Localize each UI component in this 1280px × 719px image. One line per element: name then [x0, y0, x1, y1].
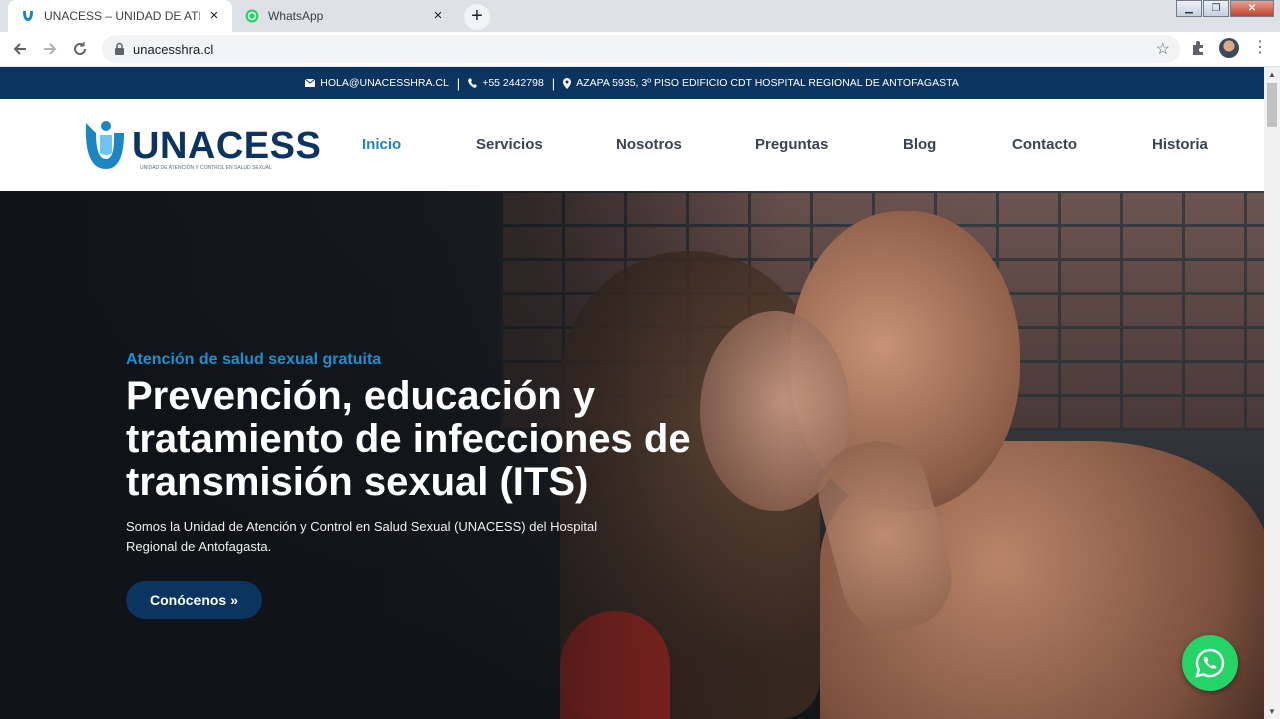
- nav-item-servicios[interactable]: Servicios: [476, 136, 543, 153]
- nav-item-historia[interactable]: Historia: [1152, 136, 1208, 153]
- site-logo[interactable]: UNACESS UNIDAD DE ATENCIÓN Y CONTROL EN …: [84, 119, 321, 175]
- extensions-puzzle-icon[interactable]: [1190, 40, 1206, 61]
- contact-email-text: HOLA@UNACESSHRA.CL: [320, 77, 449, 89]
- address-bar[interactable]: unacesshra.cl ☆: [102, 35, 1180, 63]
- tab-unacess[interactable]: UNACESS – UNIDAD DE ATENCIÓ ×: [8, 0, 232, 32]
- close-tab-icon[interactable]: ×: [430, 8, 446, 24]
- contact-email[interactable]: HOLA@UNACESSHRA.CL: [305, 77, 449, 89]
- nav-item-preguntas[interactable]: Preguntas: [755, 136, 828, 153]
- back-button[interactable]: [9, 38, 31, 60]
- whatsapp-favicon-icon: [244, 8, 260, 24]
- unacess-logo-icon: [85, 121, 124, 169]
- double-chevron-right-icon: »: [230, 592, 239, 608]
- back-arrow-icon: [13, 43, 26, 55]
- separator: |: [456, 75, 461, 91]
- hero-kicker: Atención de salud sexual gratuita: [126, 351, 382, 368]
- close-window-button[interactable]: ✕: [1230, 0, 1274, 17]
- hero-title: Prevención, educación y tratamiento de i…: [126, 374, 691, 504]
- maximize-button[interactable]: ❐: [1203, 0, 1229, 17]
- reload-icon: [74, 42, 86, 55]
- nav-item-nosotros[interactable]: Nosotros: [616, 136, 682, 153]
- nav-item-inicio[interactable]: Inicio: [362, 136, 401, 153]
- forward-button[interactable]: [39, 38, 61, 60]
- scrollbar-thumb[interactable]: [1267, 83, 1277, 127]
- tab-whatsapp[interactable]: WhatsApp ×: [232, 0, 456, 32]
- nav-item-blog[interactable]: Blog: [903, 136, 936, 153]
- browser-tabstrip: UNACESS – UNIDAD DE ATENCIÓ × WhatsApp ×…: [0, 0, 1280, 32]
- profile-avatar[interactable]: [1219, 38, 1239, 58]
- whatsapp-float-button[interactable]: [1182, 635, 1238, 691]
- new-tab-button[interactable]: +: [464, 4, 490, 30]
- lock-icon: [114, 42, 125, 60]
- close-tab-icon[interactable]: ×: [206, 8, 222, 24]
- contact-address: AZAPA 5935, 3º PISO EDIFICIO CDT HOSPITA…: [563, 77, 959, 89]
- phone-icon: [468, 78, 478, 88]
- site-header: UNACESS UNIDAD DE ATENCIÓN Y CONTROL EN …: [0, 99, 1264, 191]
- logo-tagline: UNIDAD DE ATENCIÓN Y CONTROL EN SALUD SE…: [140, 165, 272, 171]
- logo-wordmark: UNACESS: [132, 125, 322, 167]
- window-controls: ▁ ❐ ✕: [1175, 0, 1274, 17]
- conocenos-button-label: Conócenos: [149, 592, 227, 608]
- map-pin-icon: [563, 77, 572, 89]
- bookmark-star-icon[interactable]: ☆: [1156, 39, 1170, 59]
- unacess-favicon-icon: [20, 8, 36, 24]
- hero-section: Atención de salud sexual gratuita Preven…: [0, 191, 1264, 719]
- browser-menu-icon[interactable]: ⋮: [1252, 38, 1268, 58]
- minimize-button[interactable]: ▁: [1176, 0, 1202, 17]
- whatsapp-icon: [1195, 648, 1225, 678]
- scroll-up-arrow-icon[interactable]: ▲: [1268, 70, 1276, 79]
- hero-description: Somos la Unidad de Atención y Control en…: [126, 519, 598, 554]
- contact-phone-text: +55 2442798: [482, 77, 544, 89]
- contact-phone[interactable]: +55 2442798: [468, 77, 544, 89]
- tab-title: WhatsApp: [268, 9, 324, 23]
- conocenos-button[interactable]: Conócenos »: [126, 581, 262, 619]
- envelope-icon: [305, 79, 316, 87]
- nav-item-contacto[interactable]: Contacto: [1012, 136, 1077, 153]
- contact-topbar: HOLA@UNACESSHRA.CL | +55 2442798 | AZAPA…: [0, 67, 1264, 99]
- forward-arrow-icon: [44, 43, 57, 55]
- page-scrollbar[interactable]: ▲ ▼: [1264, 67, 1280, 719]
- url-text: unacesshra.cl: [133, 42, 214, 57]
- browser-toolbar: unacesshra.cl ☆: [0, 32, 1280, 67]
- contact-address-text: AZAPA 5935, 3º PISO EDIFICIO CDT HOSPITA…: [576, 77, 959, 89]
- scroll-down-arrow-icon[interactable]: ▼: [1268, 707, 1276, 716]
- separator: |: [551, 75, 556, 91]
- tab-title: UNACESS – UNIDAD DE ATENCIÓ: [44, 9, 200, 23]
- page-viewport: HOLA@UNACESSHRA.CL | +55 2442798 | AZAPA…: [0, 67, 1264, 719]
- reload-button[interactable]: [69, 38, 91, 60]
